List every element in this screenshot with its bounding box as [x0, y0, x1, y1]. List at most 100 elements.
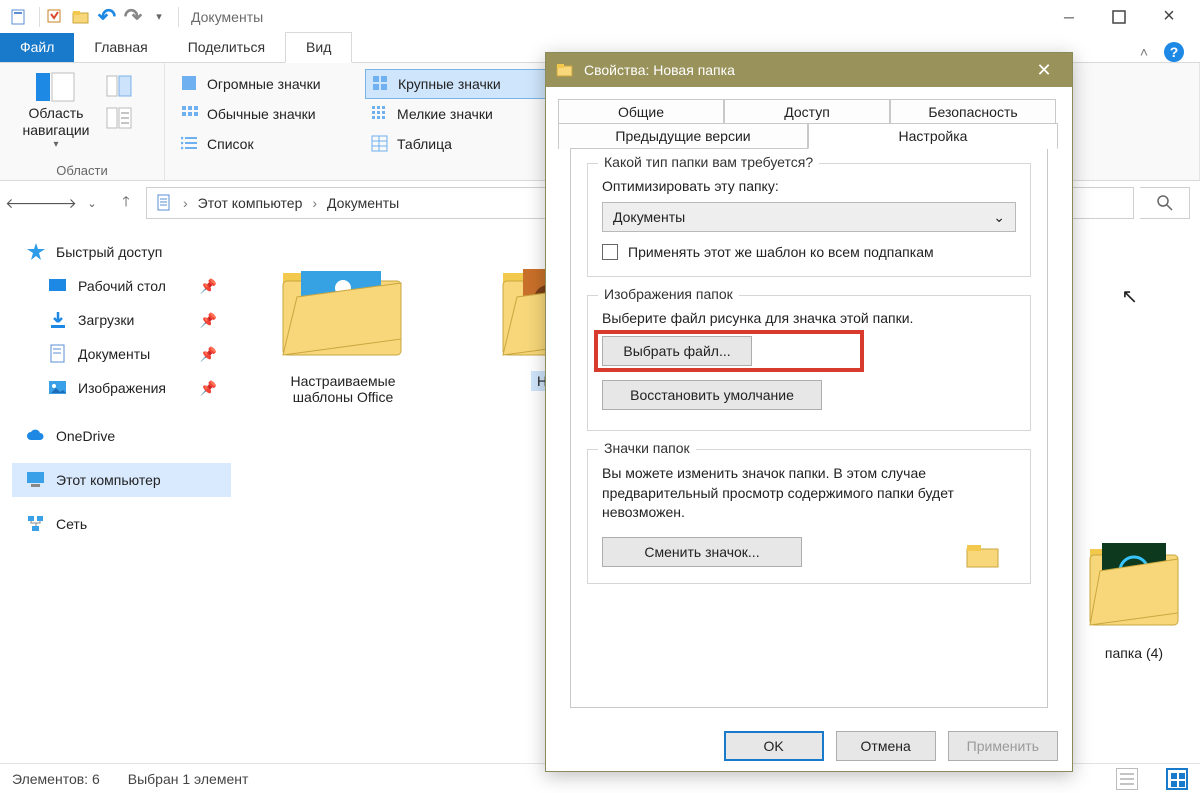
sidebar-pictures[interactable]: Изображения📌 — [12, 371, 235, 405]
dialog-title: Свойства: Новая папка — [584, 62, 735, 78]
dialog-titlebar[interactable]: Свойства: Новая папка ✕ — [546, 53, 1072, 87]
window-title: Документы — [191, 9, 263, 25]
sidebar-downloads[interactable]: Загрузки📌 — [12, 303, 235, 337]
tab-view[interactable]: Вид — [285, 32, 352, 63]
sidebar-network[interactable]: Сеть — [12, 507, 235, 541]
quick-access-toolbar: ↶ ↷ ▾ Документы ─ × — [0, 0, 1200, 33]
minimize-button[interactable]: ─ — [1046, 0, 1092, 33]
choose-file-button[interactable]: Выбрать файл... — [602, 336, 752, 366]
layout-table[interactable]: Таблица — [365, 129, 555, 159]
breadcrumb-root[interactable]: Этот компьютер — [198, 195, 303, 211]
folder-icons-group: Значки папок Вы можете изменить значок п… — [587, 449, 1031, 584]
chevron-down-icon: ⌄ — [993, 209, 1005, 226]
pictures-icon — [48, 378, 68, 398]
sidebar: Быстрый доступ Рабочий стол📌 Загрузки📌 Д… — [0, 225, 235, 763]
up-button[interactable]: 🡑 — [112, 189, 140, 217]
sidebar-quick-access[interactable]: Быстрый доступ — [12, 235, 235, 269]
sidebar-onedrive[interactable]: OneDrive — [12, 419, 235, 453]
preview-pane-button[interactable] — [106, 75, 132, 97]
tab-customize[interactable]: Настройка — [808, 123, 1058, 149]
change-icon-label: Вы можете изменить значок папки. В этом … — [602, 464, 1016, 523]
computer-icon — [26, 470, 46, 490]
desktop-icon — [48, 276, 68, 296]
maximize-button[interactable] — [1096, 0, 1142, 33]
app-icon — [8, 6, 30, 28]
layout-large[interactable]: Крупные значки — [365, 69, 555, 99]
folder-images-group: Изображения папок Выберите файл рисунка … — [587, 295, 1031, 431]
group-legend: Какой тип папки вам требуется? — [598, 154, 819, 170]
cursor-icon: ↖ — [1121, 284, 1138, 309]
checkbox-icon — [602, 244, 618, 260]
folder-label: папка (4) — [1099, 643, 1169, 663]
pin-icon: 📌 — [200, 346, 217, 363]
folder-item[interactable]: папка (4) — [1074, 525, 1194, 663]
folder-icon — [966, 541, 1000, 569]
sidebar-this-pc[interactable]: Этот компьютер — [12, 463, 231, 497]
details-view-toggle[interactable] — [1116, 768, 1138, 790]
change-icon-button[interactable]: Сменить значок... — [602, 537, 802, 567]
apply-button[interactable]: Применить — [948, 731, 1058, 761]
forward-button[interactable]: 🡒 — [44, 189, 72, 217]
collapse-ribbon-icon[interactable]: ˄ — [1140, 44, 1148, 60]
document-icon — [48, 344, 68, 364]
divider — [178, 7, 179, 27]
group-nav-label: Области — [10, 161, 154, 178]
choose-picture-label: Выберите файл рисунка для значка этой па… — [602, 310, 913, 326]
document-icon — [155, 194, 173, 212]
ok-button[interactable]: OK — [724, 731, 824, 761]
tab-general[interactable]: Общие — [558, 99, 724, 124]
optimize-label: Оптимизировать эту папку: — [602, 178, 1016, 194]
new-folder-icon[interactable] — [70, 6, 92, 28]
download-icon — [48, 310, 68, 330]
properties-dialog: Свойства: Новая папка ✕ Общие Доступ Без… — [545, 52, 1073, 772]
sidebar-documents[interactable]: Документы📌 — [12, 337, 235, 371]
folder-type-group: Какой тип папки вам требуется? Оптимизир… — [587, 163, 1031, 277]
breadcrumb-current[interactable]: Документы — [327, 195, 399, 211]
dialog-footer: OK Отмена Применить — [724, 731, 1058, 761]
layout-small[interactable]: Мелкие значки — [365, 99, 555, 129]
tab-access[interactable]: Доступ — [724, 99, 890, 124]
details-pane-button[interactable] — [106, 107, 132, 129]
back-button[interactable]: 🡐 — [10, 189, 38, 217]
close-button[interactable]: × — [1146, 0, 1192, 33]
search-icon — [1157, 195, 1173, 211]
navigation-pane-button[interactable]: Область навигации ▾ — [10, 69, 102, 151]
chevron-down-icon[interactable]: ▾ — [148, 6, 170, 28]
restore-default-button[interactable]: Восстановить умолчание — [602, 380, 822, 410]
tab-share[interactable]: Поделиться — [168, 33, 285, 62]
group-legend: Значки папок — [598, 440, 696, 456]
dialog-close-button[interactable]: ✕ — [1026, 60, 1062, 81]
apply-template-checkbox[interactable]: Применять этот же шаблон ко всем подпапк… — [602, 244, 1016, 260]
status-count: Элементов: 6 — [12, 771, 100, 787]
folder-icon — [556, 61, 574, 79]
tab-previous-versions[interactable]: Предыдущие версии — [558, 123, 808, 149]
redo-icon[interactable]: ↷ — [122, 6, 144, 28]
pin-icon: 📌 — [200, 312, 217, 329]
tab-file[interactable]: Файл — [0, 33, 74, 62]
undo-icon[interactable]: ↶ — [96, 6, 118, 28]
pin-icon: 📌 — [200, 380, 217, 397]
layout-list[interactable]: Список — [175, 129, 365, 159]
network-icon — [26, 514, 46, 534]
group-legend: Изображения папок — [598, 286, 739, 302]
recent-dropdown[interactable]: ⌄ — [78, 189, 106, 217]
cancel-button[interactable]: Отмена — [836, 731, 936, 761]
folder-label: Настраиваемые шаблоны Office — [253, 371, 433, 407]
sidebar-desktop[interactable]: Рабочий стол📌 — [12, 269, 235, 303]
status-selected: Выбран 1 элемент — [128, 771, 249, 787]
navigation-pane-label: Область навигации — [10, 105, 102, 139]
layout-normal[interactable]: Обычные значки — [175, 99, 365, 129]
cloud-icon — [26, 426, 46, 446]
pin-icon: 📌 — [200, 278, 217, 295]
properties-icon[interactable] — [44, 6, 66, 28]
optimize-select[interactable]: Документы ⌄ — [602, 202, 1016, 232]
search-box[interactable] — [1140, 187, 1190, 219]
icons-view-toggle[interactable] — [1166, 768, 1188, 790]
tab-home[interactable]: Главная — [74, 33, 167, 62]
folder-item[interactable]: Настраиваемые шаблоны Office — [253, 243, 433, 407]
help-icon[interactable]: ? — [1164, 42, 1184, 62]
divider — [34, 7, 40, 27]
tab-security[interactable]: Безопасность — [890, 99, 1056, 124]
layout-huge[interactable]: Огромные значки — [175, 69, 365, 99]
dialog-body: Какой тип папки вам требуется? Оптимизир… — [570, 148, 1048, 708]
